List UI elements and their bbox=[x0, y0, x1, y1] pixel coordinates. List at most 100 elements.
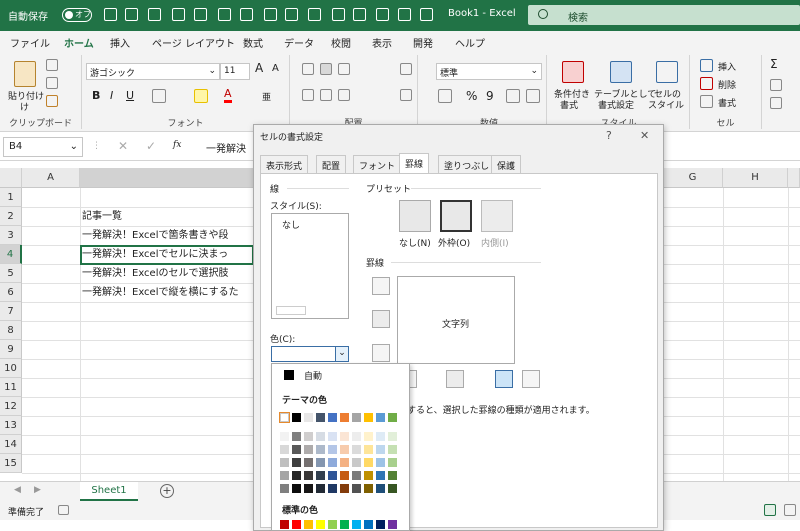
cell-b4[interactable]: 一発解決！Excelでセルに決まっ bbox=[82, 245, 228, 264]
standard-color-swatch[interactable] bbox=[352, 520, 361, 529]
border-top-button[interactable] bbox=[372, 277, 390, 295]
search-box[interactable]: 検索 bbox=[528, 5, 800, 25]
cell-styles-icon[interactable] bbox=[656, 61, 678, 83]
align-right-icon[interactable] bbox=[338, 89, 350, 101]
column-header-h[interactable]: H bbox=[723, 168, 788, 188]
border-right-button[interactable] bbox=[495, 370, 513, 388]
theme-shade-swatch[interactable] bbox=[316, 484, 325, 493]
standard-color-swatch[interactable] bbox=[340, 520, 349, 529]
row-header[interactable]: 13 bbox=[0, 416, 22, 435]
cut-icon[interactable] bbox=[46, 59, 58, 71]
theme-color-swatch[interactable] bbox=[292, 413, 301, 422]
chevron-down-icon[interactable]: ⌄ bbox=[335, 347, 348, 361]
theme-shade-swatch[interactable] bbox=[352, 458, 361, 467]
conditional-format-icon[interactable] bbox=[562, 61, 584, 83]
row-header[interactable]: 10 bbox=[0, 359, 22, 378]
theme-shade-swatch[interactable] bbox=[352, 445, 361, 454]
tab-view[interactable]: 表示 bbox=[372, 35, 392, 50]
theme-shade-swatch[interactable] bbox=[352, 432, 361, 441]
theme-color-swatch[interactable] bbox=[328, 413, 337, 422]
theme-shade-swatch[interactable] bbox=[328, 471, 337, 480]
standard-color-swatch[interactable] bbox=[280, 520, 289, 529]
autosum-button[interactable]: Σ bbox=[770, 57, 778, 71]
row-header-selected[interactable]: 4 bbox=[0, 245, 22, 264]
highlight-icon[interactable] bbox=[353, 8, 366, 21]
filter-icon[interactable] bbox=[172, 8, 185, 21]
scroll-right-icon[interactable]: ▶ bbox=[34, 485, 41, 495]
preset-inside-button[interactable] bbox=[481, 200, 513, 232]
row-header[interactable]: 5 bbox=[0, 264, 22, 283]
line-style-list[interactable]: なし bbox=[271, 213, 349, 319]
theme-shade-swatch[interactable] bbox=[316, 432, 325, 441]
border-preview[interactable]: 文字列 bbox=[397, 276, 515, 364]
tab-data[interactable]: データ bbox=[284, 35, 314, 50]
copy-icon[interactable] bbox=[46, 77, 58, 89]
style-none-option[interactable]: なし bbox=[282, 218, 300, 231]
row-header[interactable]: 7 bbox=[0, 302, 22, 321]
align-middle-icon[interactable] bbox=[320, 63, 332, 75]
row-header[interactable]: 12 bbox=[0, 397, 22, 416]
tab-alignment[interactable]: 配置 bbox=[316, 155, 347, 173]
bold-button[interactable]: B bbox=[92, 89, 100, 102]
theme-shade-swatch[interactable] bbox=[280, 432, 289, 441]
paste-icon[interactable] bbox=[14, 61, 36, 87]
theme-shade-swatch[interactable] bbox=[316, 445, 325, 454]
select-all-corner[interactable] bbox=[0, 168, 22, 188]
redo-icon[interactable] bbox=[148, 8, 161, 21]
customize-icon[interactable] bbox=[420, 8, 433, 21]
format-cells-icon[interactable] bbox=[700, 95, 713, 108]
theme-color-swatch[interactable] bbox=[340, 413, 349, 422]
theme-shade-swatch[interactable] bbox=[292, 445, 301, 454]
theme-shade-swatch[interactable] bbox=[340, 484, 349, 493]
insert-cells-icon[interactable] bbox=[700, 59, 713, 72]
autosave-toggle[interactable]: オフ bbox=[62, 8, 92, 22]
theme-shade-swatch[interactable] bbox=[364, 484, 373, 493]
theme-shade-swatch[interactable] bbox=[292, 471, 301, 480]
macro-record-icon[interactable] bbox=[58, 505, 69, 515]
standard-color-swatch[interactable] bbox=[328, 520, 337, 529]
theme-shade-swatch[interactable] bbox=[280, 484, 289, 493]
theme-shade-swatch[interactable] bbox=[364, 445, 373, 454]
pivot-icon[interactable] bbox=[398, 8, 411, 21]
theme-shade-swatch[interactable] bbox=[328, 484, 337, 493]
theme-shade-swatch[interactable] bbox=[280, 471, 289, 480]
font-name-select[interactable]: 游ゴシック ⌄ bbox=[86, 63, 220, 80]
theme-shade-swatch[interactable] bbox=[340, 458, 349, 467]
tab-protection[interactable]: 保護 bbox=[491, 155, 522, 173]
save-icon[interactable] bbox=[104, 8, 117, 21]
increase-decimal-icon[interactable] bbox=[506, 89, 520, 103]
theme-shade-swatch[interactable] bbox=[340, 432, 349, 441]
paint-icon[interactable] bbox=[332, 8, 345, 21]
theme-shade-swatch[interactable] bbox=[280, 458, 289, 467]
row-header[interactable]: 15 bbox=[0, 454, 22, 473]
cell-b3[interactable]: 一発解決！Excelで箇条書きや段 bbox=[82, 226, 229, 245]
theme-shade-swatch[interactable] bbox=[388, 432, 397, 441]
theme-shade-swatch[interactable] bbox=[352, 484, 361, 493]
column-header-a[interactable]: A bbox=[22, 168, 80, 188]
font-size-select[interactable]: 11 bbox=[220, 63, 250, 80]
column-header-g[interactable]: G bbox=[663, 168, 723, 188]
align-bottom-icon[interactable] bbox=[338, 63, 350, 75]
clear-icon[interactable] bbox=[770, 97, 782, 109]
percent-button[interactable]: % bbox=[466, 89, 477, 103]
insert-function-button[interactable]: fx bbox=[173, 140, 181, 150]
theme-shade-swatch[interactable] bbox=[328, 432, 337, 441]
tab-fill[interactable]: 塗りつぶし bbox=[438, 155, 496, 173]
theme-shade-swatch[interactable] bbox=[388, 471, 397, 480]
page-layout-view-icon[interactable] bbox=[784, 504, 796, 516]
name-box[interactable]: B4 ⌄ bbox=[3, 137, 83, 157]
theme-shade-swatch[interactable] bbox=[328, 445, 337, 454]
delete-cells-icon[interactable] bbox=[700, 77, 713, 90]
preset-none-button[interactable] bbox=[399, 200, 431, 232]
auto-color-label[interactable]: 自動 bbox=[304, 369, 322, 382]
normal-view-icon[interactable] bbox=[764, 504, 776, 516]
align-top-icon[interactable] bbox=[302, 63, 314, 75]
form-icon[interactable] bbox=[194, 8, 207, 21]
tab-formulas[interactable]: 数式 bbox=[243, 35, 263, 50]
color-dropdown[interactable]: ⌄ bbox=[271, 346, 349, 362]
row-header[interactable]: 9 bbox=[0, 340, 22, 359]
format-cells-button[interactable]: 書式 bbox=[718, 96, 736, 109]
currency-icon[interactable] bbox=[438, 89, 452, 103]
italic-button[interactable]: I bbox=[110, 89, 113, 102]
theme-shade-swatch[interactable] bbox=[364, 458, 373, 467]
